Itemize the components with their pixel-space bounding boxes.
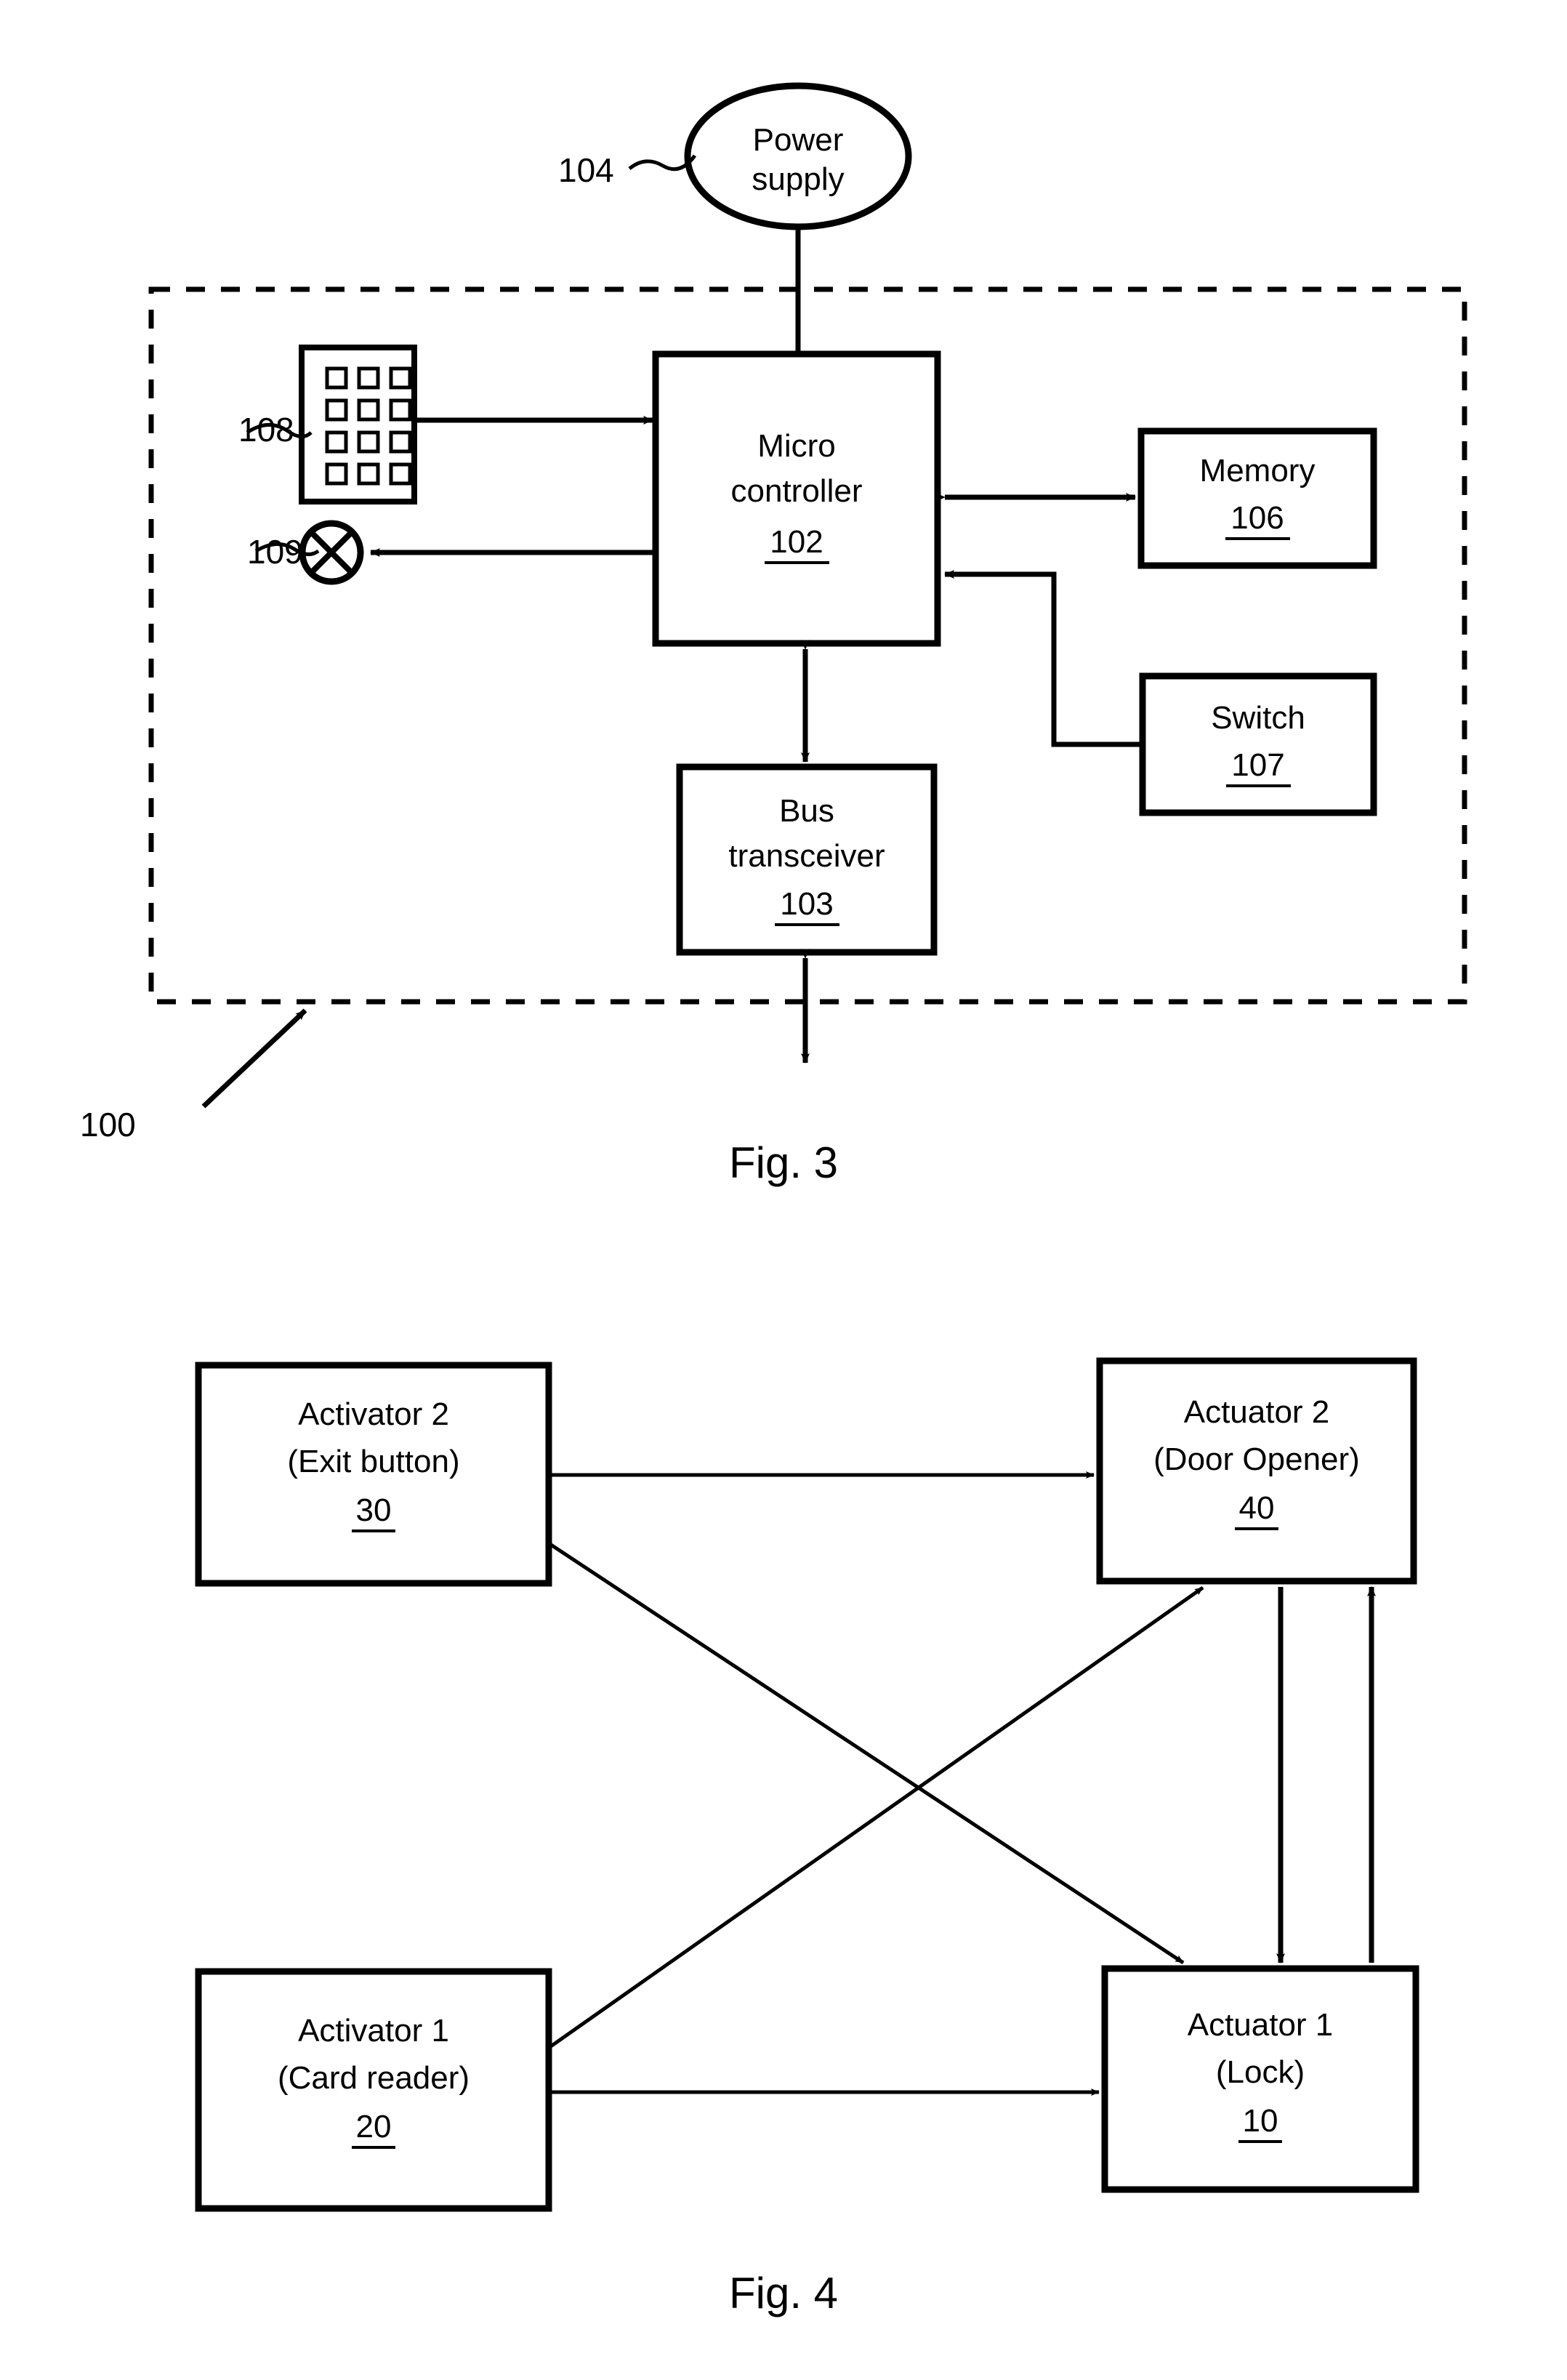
link-activator2-to-actuator1	[547, 1541, 1185, 1965]
switch-label: Switch	[1211, 700, 1305, 736]
memory-label: Memory	[1200, 453, 1316, 489]
ref-109: 109	[247, 533, 303, 571]
activator1-label-line1: Activator 1	[298, 2013, 449, 2049]
ref-104: 104	[558, 151, 614, 189]
enclosure-leader-line	[201, 1008, 307, 1109]
ref-108: 108	[238, 411, 294, 449]
fig3-caption: Fig. 3	[729, 1138, 838, 1187]
actuator1-ref: 10	[1243, 2103, 1278, 2139]
figure-3: 100 Power supply 104 108 109 Micro contr…	[80, 82, 1467, 1187]
activator2-label-line2: (Exit button)	[287, 1444, 459, 1479]
figure-4: Activator 2 (Exit button) 30 Actuator 2 …	[195, 1357, 1419, 2317]
bus-transceiver-label-line1: Bus	[779, 793, 834, 829]
fig4-caption: Fig. 4	[729, 2269, 838, 2317]
ref-100: 100	[80, 1106, 136, 1143]
switch-block	[1139, 672, 1377, 816]
bus-transceiver-label-line2: transceiver	[728, 838, 885, 874]
activator2-ref: 30	[356, 1492, 392, 1528]
bus-transceiver-ref: 103	[780, 886, 833, 922]
patent-drawing-sheet: 100 Power supply 104 108 109 Micro contr…	[0, 0, 1567, 2380]
microcontroller-label-line2: controller	[731, 473, 863, 509]
switch-ref: 107	[1231, 747, 1284, 783]
power-supply-label-line2: supply	[752, 161, 844, 197]
wire-switch-to-mcu	[944, 570, 1143, 747]
activator2-label-line1: Activator 2	[298, 1396, 449, 1432]
memory-block	[1137, 427, 1377, 569]
power-supply-label-line1: Power	[753, 122, 844, 158]
activator1-ref: 20	[356, 2109, 392, 2144]
actuator2-label-line1: Actuator 2	[1184, 1394, 1330, 1430]
actuator1-label-line2: (Lock)	[1216, 2054, 1305, 2090]
activator1-label-line2: (Card reader)	[278, 2060, 470, 2096]
memory-ref: 106	[1230, 500, 1284, 536]
figures-canvas: 100 Power supply 104 108 109 Micro contr…	[80, 82, 1467, 2317]
actuator2-label-line2: (Door Opener)	[1153, 1442, 1360, 1477]
microcontroller-ref: 102	[770, 524, 823, 560]
microcontroller-label-line1: Micro	[757, 428, 836, 464]
actuator2-ref: 40	[1239, 1490, 1275, 1526]
actuator1-label-line1: Actuator 1	[1188, 2007, 1334, 2043]
